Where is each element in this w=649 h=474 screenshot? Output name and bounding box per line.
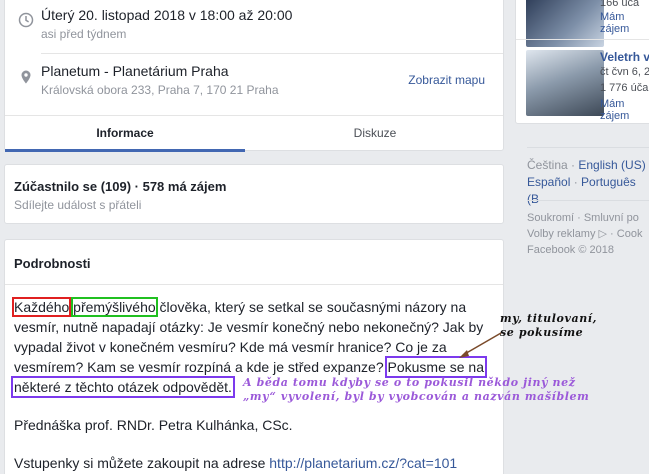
annotation-line: my, titulovaní, bbox=[500, 312, 598, 325]
divider bbox=[516, 39, 649, 40]
event-title[interactable]: Veletrh v bbox=[600, 50, 649, 64]
language-link[interactable]: English (US) bbox=[578, 158, 645, 172]
highlight-green-word: přemýšlivého bbox=[71, 297, 158, 317]
divider bbox=[527, 147, 649, 148]
event-date: Úterý 20. listopad 2018 v 18:00 až 20:00 bbox=[41, 7, 293, 23]
copyright: Facebook © 2018 bbox=[527, 244, 614, 256]
location-pin-icon bbox=[18, 69, 34, 85]
tickets-text: Vstupenky si můžete zakoupit na adrese bbox=[14, 455, 270, 471]
divider bbox=[527, 200, 649, 201]
event-info-card: Úterý 20. listopad 2018 v 18:00 až 20:00… bbox=[4, 0, 504, 152]
annotation-line: „my“ vyvolení, byl by vyobcován a nazván… bbox=[243, 390, 590, 403]
annotation-line: se pokusíme bbox=[500, 326, 584, 339]
attendance-card: Zúčastnilo se (109) · 578 má zájem Sdíle… bbox=[4, 164, 504, 224]
footer-line[interactable]: Soukromí · Smluvní po bbox=[527, 210, 642, 226]
language-link[interactable]: Español bbox=[527, 175, 570, 189]
tab-diskuze[interactable]: Diskuze bbox=[255, 116, 495, 152]
tickets-line: Vstupenky si můžete zakoupit na adrese h… bbox=[14, 453, 494, 473]
clock-icon bbox=[18, 12, 34, 28]
show-map-link[interactable]: Zobrazit mapu bbox=[408, 73, 485, 87]
annotation-line: A běda tomu kdyby se o to pokusil někdo … bbox=[243, 376, 576, 389]
highlight-purple-phrase-1: Pokusme se na bbox=[384, 356, 487, 378]
details-card: Podrobnosti Každého přemýšlivého člověka… bbox=[4, 239, 504, 474]
footer-line[interactable]: Volby reklamy ▷ · Cook bbox=[527, 226, 642, 242]
suggested-events-card: 166 úča Mám zájem Veletrh v čt čvn 6, 2 … bbox=[515, 0, 649, 124]
attendance-count[interactable]: Zúčastnilo se (109) · 578 má zájem bbox=[14, 179, 226, 194]
annotation-arrow-icon bbox=[459, 332, 502, 358]
tab-informace[interactable]: Informace bbox=[5, 116, 245, 152]
annotation-note-2: A běda tomu kdyby se o to pokusil někdo … bbox=[243, 376, 589, 404]
event-date-relative: asi před týdnem bbox=[41, 27, 127, 41]
event-address: Královská obora 233, Praha 7, 170 21 Pra… bbox=[41, 83, 279, 97]
language-row: Čeština · English (US) bbox=[527, 158, 646, 172]
event-tabs: Informace Diskuze bbox=[5, 115, 503, 152]
event-attendees: 166 úča bbox=[600, 0, 640, 9]
event-date: čt čvn 6, 2 bbox=[600, 66, 649, 78]
interested-link[interactable]: Mám zájem bbox=[600, 98, 649, 122]
language-row: Español · Português (B bbox=[527, 175, 636, 206]
share-event-text[interactable]: Sdílejte událost s přáteli bbox=[14, 198, 141, 212]
divider bbox=[41, 53, 503, 54]
language-current: Čeština bbox=[527, 158, 568, 172]
event-place[interactable]: Planetum - Planetárium Praha bbox=[41, 63, 229, 79]
highlight-purple-phrase-2: některé z těchto otázek odpovědět. bbox=[11, 376, 235, 398]
footer-links: Soukromí · Smluvní po Volby reklamy ▷ · … bbox=[527, 210, 642, 258]
tickets-link[interactable]: http://planetarium.cz/?cat=101 bbox=[269, 455, 457, 471]
divider bbox=[5, 284, 503, 285]
event-attendees: 1 776 úča bbox=[600, 82, 649, 94]
interested-link[interactable]: Mám zájem bbox=[600, 11, 649, 35]
annotation-note-1: my, titulovaní, se pokusíme bbox=[500, 312, 597, 340]
lecturer-line: Přednáška prof. RNDr. Petra Kulhánka, CS… bbox=[14, 417, 293, 433]
details-heading: Podrobnosti bbox=[14, 256, 91, 271]
highlight-red-word: Každého bbox=[11, 297, 72, 317]
event-thumbnail[interactable] bbox=[526, 50, 604, 116]
